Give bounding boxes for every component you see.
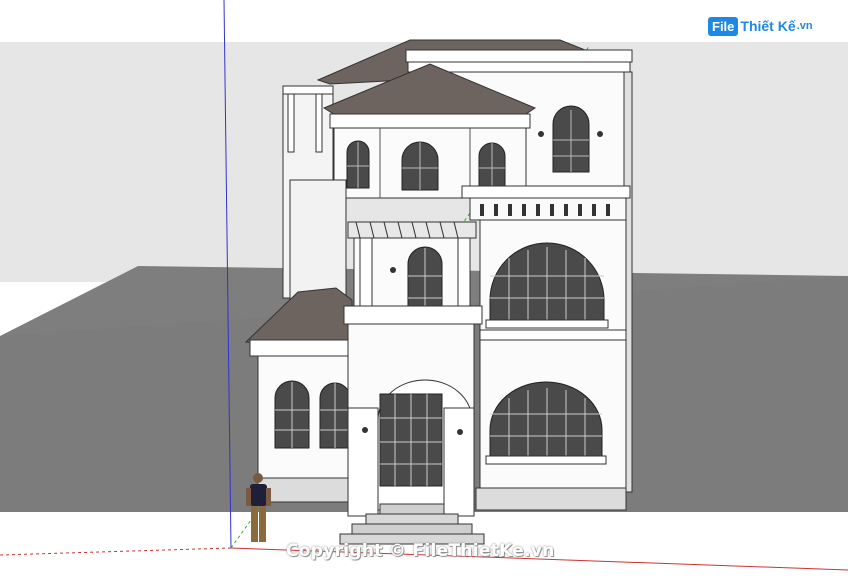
left-wing-window-2 bbox=[319, 382, 351, 449]
logo-tld: .vn bbox=[796, 20, 813, 32]
terrace-beam bbox=[282, 85, 334, 95]
wall-lamp-icon bbox=[390, 267, 396, 273]
terrace-column bbox=[287, 91, 295, 153]
terrace-column bbox=[315, 91, 323, 153]
tower-window-left bbox=[346, 140, 370, 189]
entrance-pillar-right bbox=[443, 407, 475, 517]
wall-lamp-icon bbox=[457, 429, 463, 435]
upper-right-window bbox=[552, 105, 590, 173]
logo-mark: File bbox=[708, 16, 739, 36]
wall-lamp-icon bbox=[362, 427, 368, 433]
entrance-pergola-beam bbox=[347, 221, 477, 239]
right-cornice bbox=[405, 49, 633, 63]
tower-window-right bbox=[478, 142, 506, 189]
left-wing-window-1 bbox=[274, 380, 310, 449]
base-plinth-right bbox=[475, 487, 627, 511]
tower-eave bbox=[329, 113, 531, 129]
wall-lamp-icon bbox=[538, 131, 544, 137]
tower-window-center bbox=[401, 141, 439, 191]
entrance-pillar-left bbox=[347, 407, 379, 517]
left-wing-eave bbox=[249, 339, 355, 357]
entrance-balcony bbox=[343, 305, 483, 325]
logo-name: Thiết Kế bbox=[740, 18, 796, 34]
pergola-column bbox=[457, 237, 471, 309]
floor-band bbox=[479, 329, 627, 341]
balcony-slab bbox=[461, 185, 631, 199]
base-plinth-left bbox=[257, 477, 353, 503]
balustrade bbox=[469, 197, 627, 221]
copyright-watermark: Copyright © FileThietKe.vn bbox=[286, 541, 555, 561]
sketchup-viewport bbox=[0, 0, 848, 582]
wall-lamp-icon bbox=[597, 131, 603, 137]
pergola-column bbox=[359, 237, 373, 309]
brand-logo: File Thiết Kế .vn bbox=[708, 12, 813, 40]
entrance-door bbox=[379, 393, 443, 487]
